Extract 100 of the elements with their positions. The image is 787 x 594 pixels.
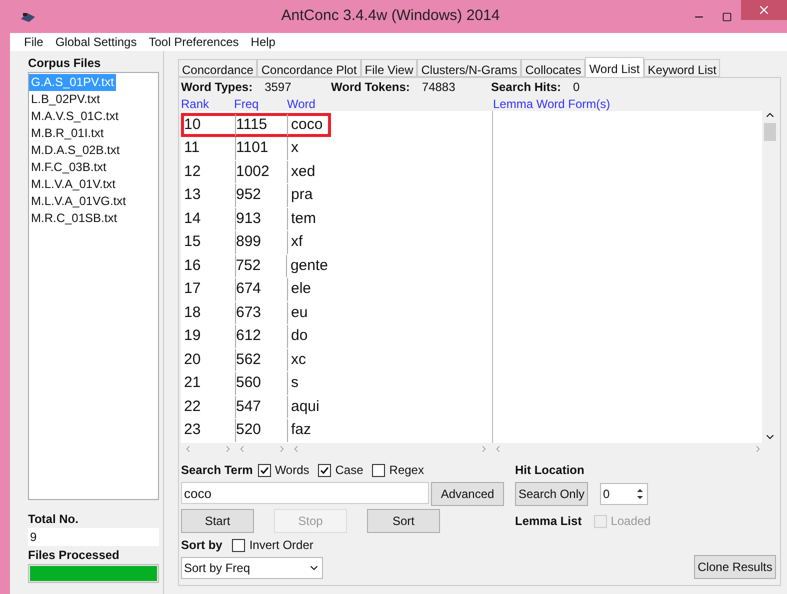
table-cell: 14 — [184, 208, 236, 230]
word-row[interactable]: 14 913 tem — [181, 207, 331, 230]
app-icon — [20, 10, 36, 22]
tab[interactable]: Word List — [585, 57, 644, 77]
total-value: 9 — [28, 528, 159, 546]
menu-item[interactable]: Global Settings — [55, 33, 137, 51]
table-cell: 1101 — [236, 137, 288, 160]
tab[interactable]: Clusters/N-Grams — [417, 59, 522, 77]
tab[interactable]: Concordance Plot — [257, 59, 361, 77]
table-cell: 1002 — [236, 160, 288, 183]
corpus-file[interactable]: M.B.R_01I.txt — [29, 125, 106, 142]
clone-results-button[interactable]: Clone Results — [694, 555, 776, 579]
table-cell: 21 — [184, 372, 236, 394]
table-cell: 752 — [236, 254, 288, 277]
tab[interactable]: Concordance — [178, 59, 258, 77]
word-row[interactable]: 21 560 s — [181, 372, 331, 395]
table-cell: 612 — [236, 325, 288, 348]
word-row[interactable]: 10 1115 coco — [181, 113, 331, 136]
word-row[interactable]: 15 899 xf — [181, 230, 331, 254]
close-button[interactable] — [741, 0, 787, 20]
word-row[interactable]: 22 547 aqui — [181, 395, 331, 418]
lemma-list-label: Lemma List — [515, 513, 582, 530]
tab[interactable]: Collocates — [521, 59, 586, 77]
table-cell: 1115 — [236, 114, 288, 136]
word-row[interactable]: 19 612 do — [181, 324, 331, 348]
checkbox-label: Loaded — [610, 513, 651, 530]
table-cell-text: faz — [290, 420, 312, 440]
search-only-button[interactable]: Search Only — [515, 482, 588, 506]
stat-label: Search Hits: — [491, 78, 562, 96]
table-cell: 913 — [236, 208, 288, 230]
table-cell: 674 — [236, 278, 288, 300]
table-cell-text: ele — [290, 279, 312, 299]
checkbox[interactable] — [258, 464, 271, 476]
action-button[interactable]: Start — [181, 509, 254, 533]
table-cell-text: tem — [290, 208, 316, 228]
corpus-file[interactable]: M.A.V.S_01C.txt — [29, 108, 121, 125]
table-cell: 22 — [184, 396, 236, 418]
table-cell-text: x — [290, 138, 298, 158]
table-cell: 15 — [184, 231, 236, 254]
word-row[interactable]: 11 1101 x — [181, 136, 331, 160]
table-cell-text: xc — [290, 350, 306, 370]
word-row[interactable]: 20 562 xc — [181, 348, 331, 372]
checkbox-label: Case — [335, 462, 364, 479]
column-header[interactable]: Word — [287, 95, 493, 111]
tab[interactable]: File View — [360, 59, 418, 77]
word-row[interactable]: 17 674 ele — [181, 278, 331, 301]
word-row[interactable]: 18 673 eu — [181, 301, 331, 324]
check-icon — [320, 466, 330, 474]
tab[interactable]: Keyword List — [644, 59, 720, 77]
corpus-file[interactable]: M.R.C_01SB.txt — [29, 210, 120, 227]
search-field[interactable]: coco — [181, 482, 429, 504]
check-icon — [260, 466, 269, 474]
checkbox[interactable] — [232, 538, 246, 552]
stat-value: 3597 — [264, 78, 292, 96]
menu-item[interactable]: Tool Preferences — [148, 33, 239, 51]
action-button[interactable]: Sort — [367, 509, 440, 533]
stat-value: 74883 — [422, 78, 456, 96]
advanced-button[interactable]: Advanced — [431, 482, 504, 506]
table-cell: 560 — [236, 372, 288, 394]
scrollbar-thumb[interactable] — [764, 123, 776, 141]
table-cell: 899 — [236, 231, 288, 254]
table-cell: 952 — [236, 184, 288, 206]
menu-item[interactable]: Help — [250, 33, 276, 51]
word-row[interactable]: 16 752 gente — [181, 254, 331, 278]
corpus-file[interactable]: M.F.C_03B.txt — [29, 159, 108, 176]
table-cell: 11 — [184, 137, 236, 160]
table-cell-text: aqui — [290, 396, 320, 416]
table-cell: 23 — [184, 419, 236, 442]
hit-spinner[interactable]: 0 — [600, 483, 648, 505]
search-term-label: Search Term — [181, 462, 253, 479]
maximize-icon — [722, 12, 732, 22]
files-processed-label: Files Processed — [28, 547, 120, 564]
corpus-file[interactable]: M.L.V.A_01VG.txt — [29, 193, 128, 210]
column-header[interactable]: Freq — [234, 95, 287, 111]
table-cell-text: xf — [290, 232, 303, 252]
table-cell: 10 — [184, 114, 236, 136]
table-cell: 673 — [236, 302, 288, 324]
corpus-file[interactable]: M.D.A.S_02B.txt — [29, 142, 122, 159]
table-cell: 13 — [184, 184, 236, 206]
table-cell-text: coco — [290, 114, 323, 134]
lemma-header[interactable]: Lemma Word Form(s) — [493, 95, 762, 111]
table-cell: 16 — [184, 254, 236, 277]
table-cell: 547 — [236, 396, 288, 418]
sort-dropdown[interactable]: Sort by Freq — [181, 557, 323, 579]
corpus-file[interactable]: M.L.V.A_01V.txt — [29, 176, 118, 193]
table-cell: 520 — [236, 419, 288, 442]
word-row[interactable]: 12 1002 xed — [181, 160, 331, 184]
table-cell-text: do — [290, 326, 308, 346]
checkbox-label: Regex — [389, 462, 424, 479]
menu-item[interactable]: File — [24, 33, 44, 51]
checkbox[interactable] — [372, 464, 386, 476]
table-cell: 18 — [184, 302, 236, 324]
column-header[interactable]: Rank — [181, 95, 234, 111]
word-row[interactable]: 23 520 faz — [181, 418, 331, 442]
corpus-file[interactable]: L.B_02PV.txt — [29, 91, 102, 108]
total-label: Total No. — [28, 511, 80, 528]
checkbox[interactable] — [318, 464, 332, 476]
stat-label: Word Types: — [181, 78, 253, 96]
table-cell-text: gente — [289, 256, 328, 276]
word-row[interactable]: 13 952 pra — [181, 184, 331, 207]
